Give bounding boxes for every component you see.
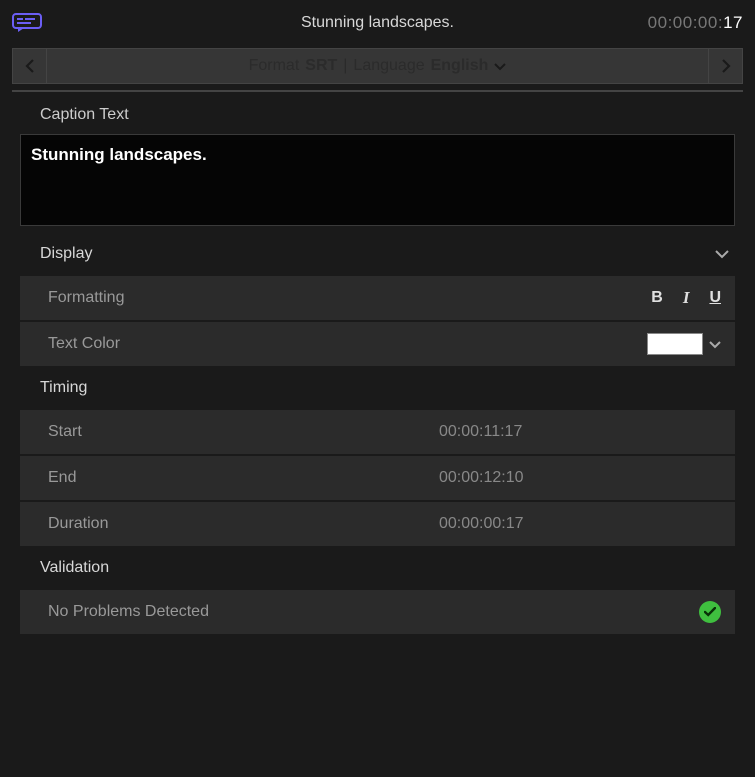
end-label: End	[48, 469, 431, 487]
display-heading-row: Display	[12, 232, 743, 276]
formatting-label: Formatting	[48, 289, 651, 307]
end-value[interactable]: 00:00:12:10	[431, 469, 721, 487]
format-separator: |	[343, 57, 347, 75]
format-language-selector[interactable]: Format SRT | Language English	[47, 57, 708, 75]
start-row: Start 00:00:11:17	[20, 410, 735, 454]
prev-caption-button[interactable]	[13, 49, 47, 83]
formatting-row: Formatting B I U	[20, 276, 735, 320]
language-word: Language	[353, 57, 424, 75]
validation-heading: Validation	[40, 559, 729, 577]
text-color-swatch[interactable]	[647, 333, 703, 355]
display-heading: Display	[40, 245, 715, 263]
duration-row: Duration 00:00:00:17	[20, 502, 735, 546]
format-word: Format	[249, 57, 300, 75]
text-color-label: Text Color	[48, 335, 647, 353]
format-bar: Format SRT | Language English	[12, 48, 743, 84]
validation-status-row: No Problems Detected	[20, 590, 735, 634]
duration-label: Duration	[48, 515, 431, 533]
validation-heading-row: Validation	[12, 546, 743, 590]
chevron-down-icon	[494, 60, 506, 74]
timecode-frames: 17	[723, 13, 743, 32]
timing-heading: Timing	[40, 379, 729, 397]
underline-button[interactable]: U	[709, 289, 721, 307]
timing-heading-row: Timing	[12, 366, 743, 410]
header-bar: Stunning landscapes. 00:00:00:17	[12, 8, 743, 38]
start-label: Start	[48, 423, 431, 441]
duration-value[interactable]: 00:00:00:17	[431, 515, 721, 533]
timecode-prefix: 00:00:00:	[648, 13, 723, 32]
caption-text-input[interactable]: Stunning landscapes.	[20, 134, 735, 226]
next-caption-button[interactable]	[708, 49, 742, 83]
text-color-row: Text Color	[20, 322, 735, 366]
header-timecode: 00:00:00:17	[648, 13, 743, 33]
start-value[interactable]: 00:00:11:17	[431, 423, 721, 441]
text-color-dropdown[interactable]	[709, 336, 721, 352]
check-ok-icon	[699, 601, 721, 623]
display-collapse-button[interactable]	[715, 246, 729, 262]
caption-text-label: Caption Text	[12, 92, 743, 134]
format-value: SRT	[305, 57, 337, 75]
validation-status: No Problems Detected	[48, 603, 699, 621]
end-row: End 00:00:12:10	[20, 456, 735, 500]
bold-button[interactable]: B	[651, 289, 663, 307]
language-value: English	[431, 57, 489, 75]
caption-speech-icon	[12, 13, 42, 33]
italic-button[interactable]: I	[683, 288, 690, 308]
formatting-buttons: B I U	[651, 288, 721, 308]
header-title: Stunning landscapes.	[301, 14, 454, 32]
caption-text-value: Stunning landscapes.	[31, 145, 207, 164]
